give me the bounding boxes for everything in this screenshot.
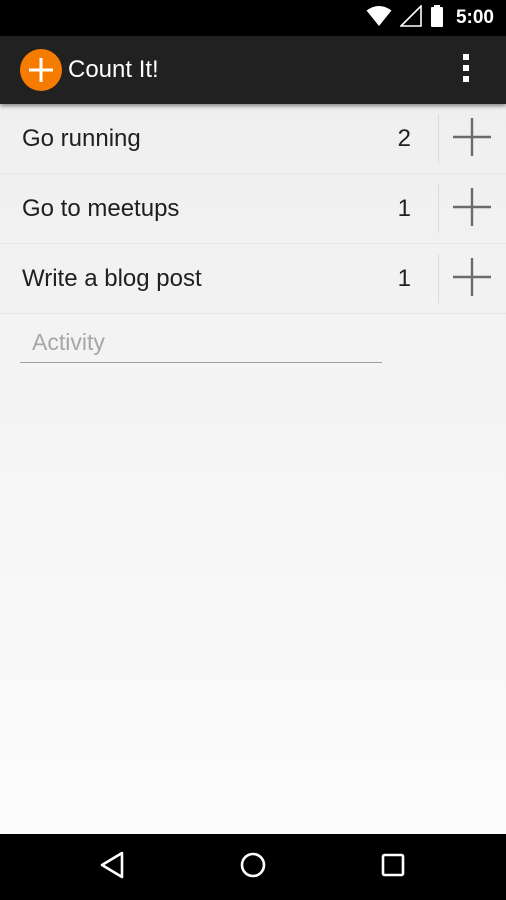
back-button[interactable] [88,843,136,891]
activity-row: Write a blog post 1 [0,244,506,314]
app-title: Count It! [68,56,159,83]
more-vert-icon [461,53,471,88]
back-icon [99,851,125,884]
home-button[interactable] [229,843,277,891]
row-divider [438,184,439,233]
plus-icon [452,187,492,232]
navigation-bar [0,834,506,900]
recents-icon [381,853,405,882]
home-icon [239,851,267,884]
plus-circle-icon [20,49,62,91]
status-time: 5:00 [455,7,494,28]
activity-row: Go to meetups 1 [0,174,506,244]
wifi-icon [366,5,392,32]
status-bar: 5:00 [0,0,506,36]
activity-label: Go to meetups [22,195,180,222]
plus-icon [452,117,492,162]
activity-count: 2 [397,125,411,152]
activity-list-screen: Go running 2 Go to meetups 1 Write a blo… [0,104,506,834]
activity-count: 1 [397,195,411,222]
increment-button[interactable] [446,183,498,235]
row-divider [438,114,439,163]
activity-label: Write a blog post [22,265,202,292]
activity-count: 1 [397,265,411,292]
activity-input[interactable] [20,322,382,362]
row-divider [438,254,439,303]
cell-signal-icon [399,3,422,32]
increment-button[interactable] [446,113,498,165]
overflow-menu-button[interactable] [446,50,486,90]
battery-icon [430,4,444,32]
recents-button[interactable] [369,843,417,891]
action-bar: Count It! [0,36,506,104]
new-activity-field [20,322,382,363]
status-icons: 5:00 [366,0,494,36]
activity-list: Go running 2 Go to meetups 1 Write a blo… [0,104,506,314]
activity-label: Go running [22,125,141,152]
activity-row: Go running 2 [0,104,506,174]
plus-icon [452,257,492,302]
increment-button[interactable] [446,253,498,305]
